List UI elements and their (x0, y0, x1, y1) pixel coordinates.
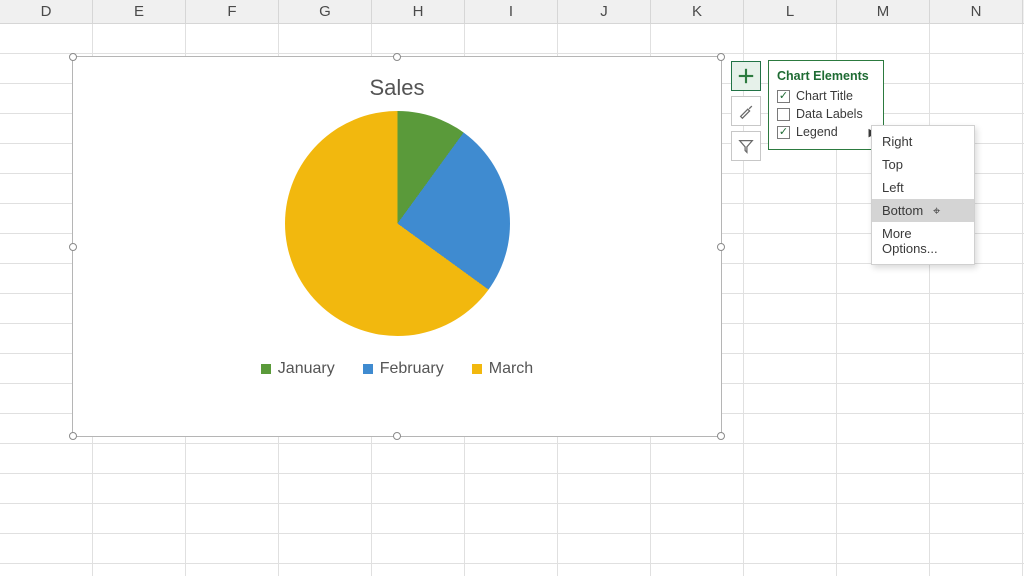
column-header[interactable]: J (558, 0, 651, 23)
legend-position-option[interactable]: Bottom (872, 199, 974, 222)
column-header[interactable]: L (744, 0, 837, 23)
legend-position-submenu: Right Top Left Bottom More Options... (871, 125, 975, 265)
column-header[interactable]: N (930, 0, 1023, 23)
legend-swatch-icon (261, 364, 271, 374)
legend-item[interactable]: January (261, 360, 335, 378)
chart-elements-item-legend[interactable]: ✓ Legend ▶ (777, 123, 875, 141)
pie-chart-plot[interactable] (285, 111, 510, 336)
chart-styles-button[interactable] (731, 96, 761, 126)
chart-elements-item-chart-title[interactable]: ✓ Chart Title (777, 87, 875, 105)
column-header[interactable]: H (372, 0, 465, 23)
legend-swatch-icon (363, 364, 373, 374)
checkbox-icon[interactable] (777, 108, 790, 121)
resize-handle[interactable] (393, 432, 401, 440)
chart-elements-popout: Chart Elements ✓ Chart Title Data Labels… (768, 60, 884, 150)
column-header[interactable]: I (465, 0, 558, 23)
paintbrush-icon (737, 102, 755, 120)
plus-icon (737, 67, 755, 85)
chart-legend[interactable]: January February March (73, 360, 721, 378)
legend-position-option[interactable]: Right (872, 130, 974, 153)
column-header-row: D E F G H I J K L M N (0, 0, 1024, 24)
chart-filters-button[interactable] (731, 131, 761, 161)
legend-position-option[interactable]: Top (872, 153, 974, 176)
column-header[interactable]: K (651, 0, 744, 23)
column-header[interactable]: M (837, 0, 930, 23)
resize-handle[interactable] (69, 432, 77, 440)
chart-elements-item-label: Data Labels (796, 107, 863, 121)
chart-quick-buttons (731, 61, 761, 161)
chart-elements-item-label: Legend (796, 125, 838, 139)
embedded-chart[interactable]: Sales January February March (72, 56, 722, 437)
legend-item[interactable]: February (363, 360, 444, 378)
chart-elements-item-label: Chart Title (796, 89, 853, 103)
resize-handle[interactable] (393, 53, 401, 61)
legend-label: January (278, 360, 335, 378)
column-header[interactable]: G (279, 0, 372, 23)
legend-item[interactable]: March (472, 360, 533, 378)
chart-elements-popout-title: Chart Elements (777, 67, 875, 87)
legend-position-more-options[interactable]: More Options... (872, 222, 974, 260)
resize-handle[interactable] (717, 432, 725, 440)
checkbox-icon[interactable]: ✓ (777, 90, 790, 103)
legend-position-option[interactable]: Left (872, 176, 974, 199)
column-header[interactable]: E (93, 0, 186, 23)
checkbox-icon[interactable]: ✓ (777, 126, 790, 139)
resize-handle[interactable] (69, 53, 77, 61)
legend-label: February (380, 360, 444, 378)
resize-handle[interactable] (717, 243, 725, 251)
chart-title[interactable]: Sales (73, 57, 721, 101)
resize-handle[interactable] (69, 243, 77, 251)
legend-swatch-icon (472, 364, 482, 374)
chart-elements-button[interactable] (731, 61, 761, 91)
resize-handle[interactable] (717, 53, 725, 61)
column-header[interactable]: F (186, 0, 279, 23)
column-header[interactable]: D (0, 0, 93, 23)
funnel-icon (737, 137, 755, 155)
chart-elements-item-data-labels[interactable]: Data Labels (777, 105, 875, 123)
legend-label: March (489, 360, 533, 378)
